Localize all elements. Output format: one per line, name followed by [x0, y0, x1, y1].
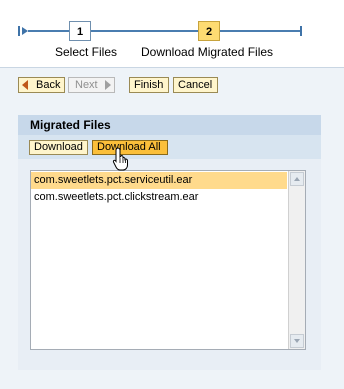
hand-pointer-icon — [112, 147, 128, 171]
panel-toolbar: Download Download All — [18, 135, 321, 159]
roadmap: 1 Select Files 2 Download Migrated Files — [0, 0, 344, 66]
scroll-down-button[interactable] — [290, 334, 304, 348]
back-button-label: Back — [36, 79, 61, 91]
wizard-toolbar: Back Next Finish Cancel — [0, 68, 344, 104]
triangle-right-icon — [105, 80, 111, 90]
chevron-down-icon — [294, 339, 300, 343]
roadmap-line — [28, 30, 69, 32]
vertical-scrollbar[interactable] — [288, 171, 305, 349]
roadmap-step-1-label[interactable]: Select Files — [55, 45, 117, 59]
chevron-up-icon — [294, 177, 300, 181]
roadmap-step-2[interactable]: 2 — [198, 21, 220, 41]
next-button-label: Next — [75, 79, 98, 91]
next-button[interactable]: Next — [68, 77, 115, 93]
scroll-up-button[interactable] — [290, 172, 304, 186]
panel-title: Migrated Files — [18, 115, 321, 135]
back-button[interactable]: Back — [18, 77, 65, 93]
files-listbox[interactable]: com.sweetlets.pct.serviceutil.ear com.sw… — [30, 170, 306, 350]
roadmap-line — [91, 30, 198, 32]
list-item[interactable]: com.sweetlets.pct.clickstream.ear — [31, 189, 287, 206]
roadmap-end-icon — [300, 26, 302, 36]
triangle-left-icon — [22, 80, 28, 90]
roadmap-step-1[interactable]: 1 — [69, 21, 91, 41]
roadmap-start-icon — [18, 26, 20, 36]
download-button[interactable]: Download — [29, 140, 88, 155]
finish-button[interactable]: Finish — [129, 77, 169, 93]
roadmap-step-2-label[interactable]: Download Migrated Files — [141, 45, 273, 59]
cancel-button[interactable]: Cancel — [173, 77, 218, 93]
migrated-files-panel: Migrated Files Download Download All com… — [18, 115, 321, 370]
list-item[interactable]: com.sweetlets.pct.serviceutil.ear — [31, 172, 287, 189]
roadmap-line — [220, 30, 300, 32]
